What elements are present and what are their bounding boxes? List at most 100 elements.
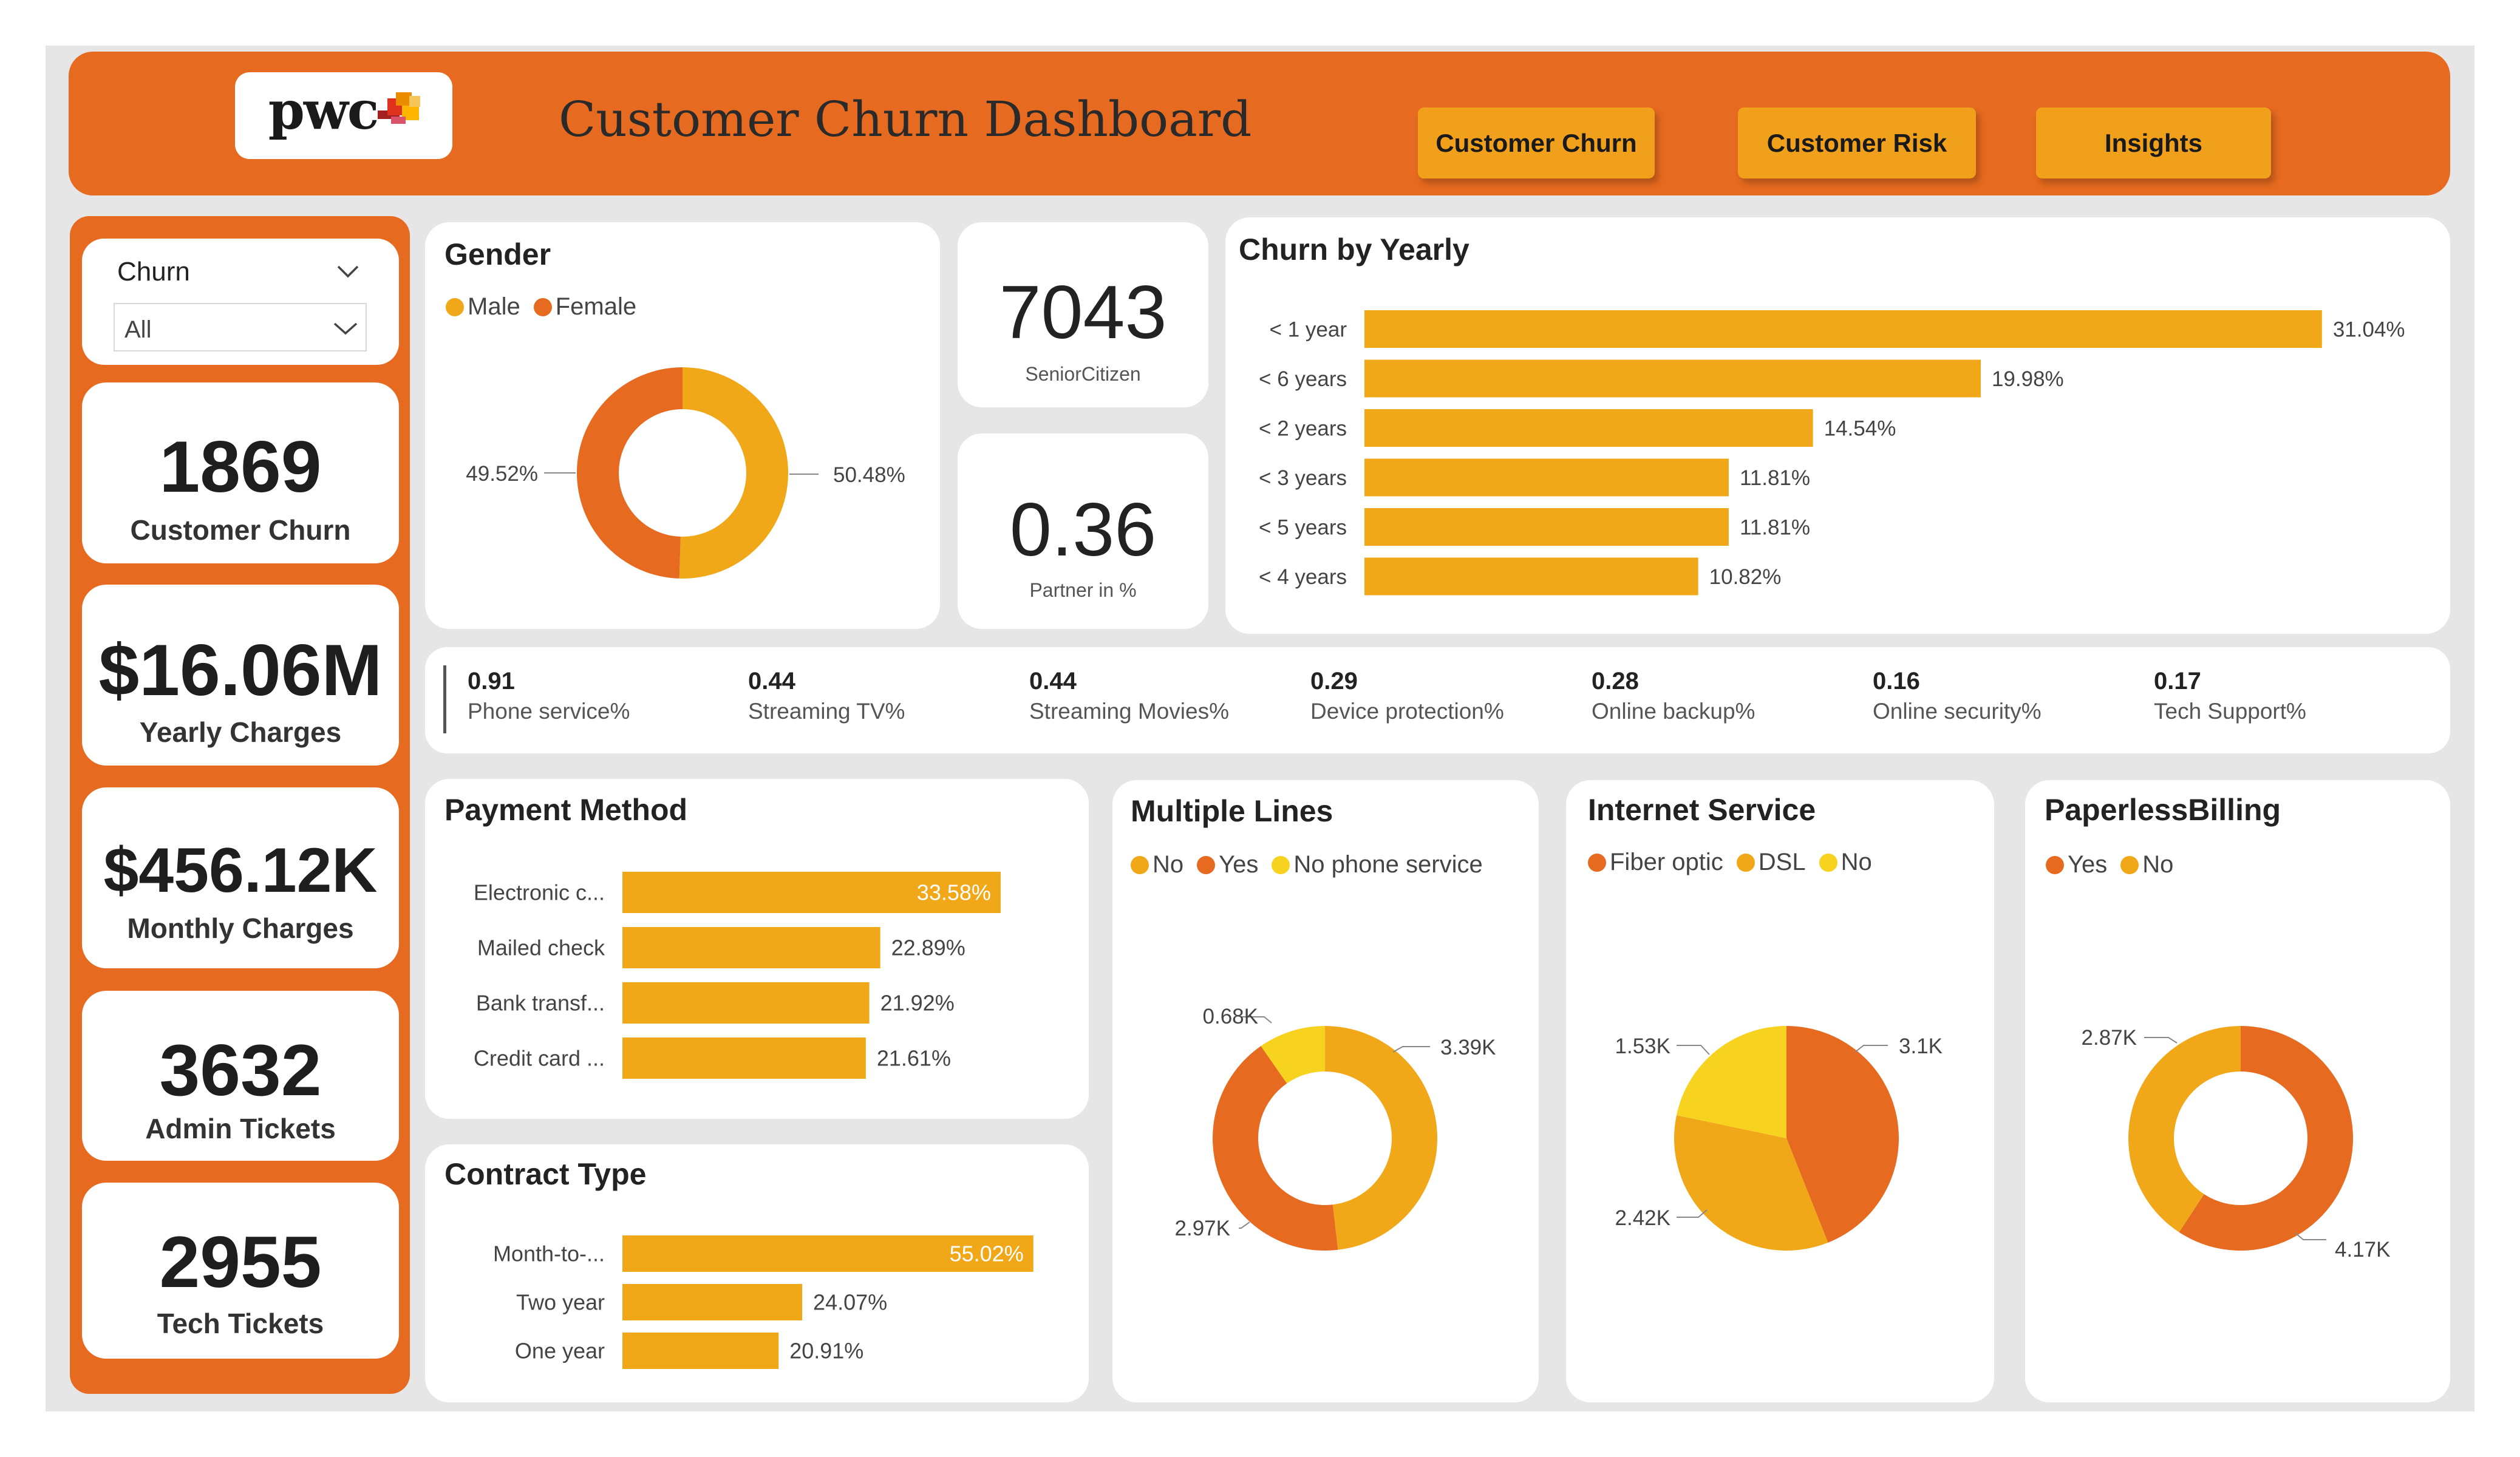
bar-1[interactable]	[622, 1284, 803, 1320]
dashboard-title: Customer Churn Dashboard	[559, 91, 1252, 148]
data-label: 22.89%	[891, 936, 965, 960]
service-stat-phone: 0.91 Phone service%	[468, 668, 630, 724]
slice-1[interactable]	[2128, 1026, 2241, 1232]
stat-value: 0.28	[1592, 668, 1639, 695]
kpi-label: Customer Churn	[130, 514, 351, 546]
bar-2[interactable]	[1364, 409, 1813, 447]
leader-line	[1677, 1045, 1710, 1055]
bar-0[interactable]	[1364, 310, 2322, 348]
slice-label-female: 49.52%	[466, 462, 538, 486]
filter-dropdown[interactable]: All	[114, 303, 367, 352]
data-label: 31.04%	[2333, 318, 2405, 341]
kpi-value: 2955	[159, 1221, 322, 1303]
senior-citizen-card: 7043 SeniorCitizen	[958, 222, 1208, 407]
data-label: 19.98%	[1992, 367, 2064, 391]
chevron-down-icon[interactable]	[336, 264, 360, 279]
paperless-billing-donut-chart: 4.17K 2.87K	[2082, 1026, 2390, 1262]
filter-value: All	[124, 316, 152, 343]
stat-value: 0.17	[2154, 668, 2201, 695]
data-label: 11.81%	[1740, 466, 1810, 490]
paperless-billing-card: PaperlessBilling Yes No 4.17K 2.87K	[2025, 780, 2450, 1402]
stat-value: 0.91	[468, 668, 515, 695]
logo-text: pwc	[268, 80, 380, 141]
bar-1[interactable]	[1364, 359, 1981, 398]
service-stat-streaming-movies: 0.44 Streaming Movies%	[1029, 668, 1229, 724]
stat-value: 0.29	[1310, 668, 1358, 695]
kpi-value: $16.06M	[98, 630, 383, 711]
payment-method-bar-chart: Electronic c... 33.58% Mailed check 22.89% B…	[474, 872, 1001, 1079]
nav-customer-churn-button[interactable]: Customer Churn	[1418, 107, 1655, 178]
data-label: 14.54%	[1824, 416, 1896, 440]
stat-value: 0.44	[1029, 668, 1077, 695]
bar-1[interactable]	[622, 927, 880, 968]
category-label: Month-to-...	[493, 1241, 605, 1266]
slice-0[interactable]	[679, 367, 788, 579]
stat-value: 0.44	[748, 668, 795, 695]
strip-accent-bar	[443, 665, 446, 733]
slice-label-yes: 4.17K	[2335, 1238, 2390, 1262]
kpi-yearly-charges: $16.06M Yearly Charges	[82, 585, 399, 766]
stat-label: Online backup%	[1592, 699, 1755, 724]
contract-type-card: Contract Type Month-to-... 55.02% Two year…	[425, 1144, 1089, 1402]
kpi-label: Monthly Charges	[127, 912, 354, 944]
service-stat-online-backup: 0.28 Online backup%	[1592, 668, 1755, 724]
category-label: One year	[515, 1339, 605, 1364]
bar-5[interactable]	[1364, 557, 1698, 596]
stat-label: Device protection%	[1310, 699, 1504, 724]
kpi-admin-tickets: 3632 Admin Tickets	[82, 991, 399, 1161]
data-label: 10.82%	[1709, 565, 1782, 589]
slice-label-fiber: 3.1K	[1899, 1034, 1943, 1058]
kpi-label: Tech Tickets	[157, 1308, 324, 1339]
category-label: Credit card ...	[474, 1046, 605, 1071]
card-label: SeniorCitizen	[1025, 363, 1141, 385]
gender-donut-chart: 50.48% 49.52%	[466, 367, 905, 579]
leader-line	[1239, 1221, 1250, 1229]
kpi-customer-churn: 1869 Customer Churn	[82, 382, 399, 563]
slice-label-dsl: 2.42K	[1615, 1206, 1670, 1230]
stat-label: Online security%	[1873, 699, 2042, 724]
dropdown-chevron-icon	[333, 322, 358, 335]
kpi-value: 3632	[159, 1030, 322, 1111]
leader-line	[2144, 1037, 2178, 1044]
multiple-lines-card: Multiple Lines No Yes No phone service 3…	[1112, 780, 1539, 1402]
kpi-monthly-charges: $456.12K Monthly Charges	[82, 787, 399, 968]
stat-label: Tech Support%	[2154, 699, 2306, 724]
service-stat-tech-support: 0.17 Tech Support%	[2154, 668, 2306, 724]
bar-2[interactable]	[622, 982, 870, 1024]
leader-line	[2295, 1232, 2326, 1240]
nav-customer-risk-button[interactable]: Customer Risk	[1738, 107, 1976, 178]
slice-1[interactable]	[576, 367, 683, 579]
churn-by-yearly-card: Churn by Yearly < 1 year 31.04% < 6 years 1…	[1225, 217, 2450, 634]
slice-0[interactable]	[1325, 1026, 1438, 1250]
bar-3[interactable]	[622, 1038, 866, 1079]
multiple-lines-donut-chart: 3.39K 2.97K 0.68K	[1175, 1005, 1496, 1251]
internet-service-card: Internet Service Fiber optic DSL No 3.1K…	[1566, 780, 1994, 1402]
bar-3[interactable]	[1364, 458, 1729, 497]
stat-label: Streaming Movies%	[1029, 699, 1230, 724]
bar-4[interactable]	[1364, 508, 1729, 546]
payment-method-card: Payment Method Electronic c... 33.58% Mail…	[425, 779, 1089, 1119]
slice-label-no-phone: 0.68K	[1203, 1005, 1258, 1028]
data-label: 11.81%	[1740, 515, 1810, 539]
slice-1[interactable]	[1213, 1046, 1338, 1251]
category-label: < 4 years	[1259, 565, 1347, 589]
slice-label-none: 1.53K	[1615, 1034, 1670, 1058]
kpi-value: 1869	[159, 426, 322, 508]
nav-insights-button[interactable]: Insights	[2036, 107, 2271, 178]
pwc-logo: pwc	[235, 72, 452, 159]
leader-line	[1392, 1046, 1430, 1053]
stat-value: 0.16	[1873, 668, 1920, 695]
card-value: 0.36	[1009, 488, 1157, 572]
category-label: < 5 years	[1259, 515, 1347, 539]
category-label: < 6 years	[1259, 367, 1347, 391]
kpi-tech-tickets: 2955 Tech Tickets	[82, 1183, 399, 1359]
data-label: 21.92%	[880, 991, 955, 1016]
gender-card: Gender Male Female 50.48% 49.52%	[425, 222, 940, 629]
category-label: Mailed check	[477, 936, 605, 960]
logo-mark-icon	[378, 92, 420, 124]
service-stat-streaming-tv: 0.44 Streaming TV%	[748, 668, 905, 724]
data-label: 24.07%	[813, 1290, 887, 1315]
leader-line	[1854, 1045, 1888, 1053]
bar-2[interactable]	[622, 1333, 779, 1369]
partner-card: 0.36 Partner in %	[958, 433, 1208, 629]
